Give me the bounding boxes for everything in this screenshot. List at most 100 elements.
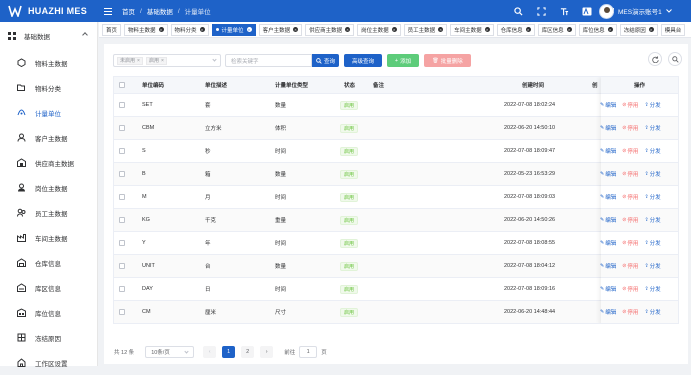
tab-9[interactable]: 仓库信息 ×: [496, 23, 535, 36]
sidebar-item-5[interactable]: 岗位主数据: [0, 175, 97, 200]
close-icon[interactable]: ×: [484, 27, 490, 32]
distribute-button[interactable]: ⇪ 分发: [644, 262, 660, 270]
disable-button[interactable]: ⊘ 停用: [622, 285, 638, 293]
edit-button[interactable]: ✎ 编辑: [600, 101, 616, 109]
col-note[interactable]: 备注: [373, 77, 413, 93]
toggle-search-button[interactable]: [668, 52, 682, 66]
tab-10[interactable]: 库区信息 ×: [537, 23, 576, 36]
col-code[interactable]: 单位编码: [142, 77, 202, 93]
row-checkbox[interactable]: [119, 117, 129, 139]
distribute-button[interactable]: ⇪ 分发: [644, 193, 660, 201]
table-row[interactable]: B 箱 数量 启用 2022-05-23 16:53:29 ✎ 编辑 ⊘ 停用 ⇪ 分发: [114, 163, 678, 186]
tab-8[interactable]: 车间主数据 ×: [450, 23, 494, 36]
tab-11[interactable]: 库位信息 ×: [578, 23, 617, 36]
table-row[interactable]: KG 千克 重量 启用 2022-06-20 14:50:26 ✎ 编辑 ⊘ 停用 ⇪ 分发: [114, 209, 678, 232]
sidebar-item-1[interactable]: 物料分类: [0, 75, 97, 100]
close-icon[interactable]: ×: [345, 27, 351, 32]
col-desc[interactable]: 单位描述: [205, 77, 265, 93]
disable-button[interactable]: ⊘ 停用: [622, 147, 638, 155]
font-size-icon[interactable]: [559, 6, 569, 16]
sidebar-item-4[interactable]: 供应商主数据: [0, 150, 97, 175]
sidebar-item-9[interactable]: 库区信息: [0, 275, 97, 300]
search-button[interactable]: 查询: [312, 54, 340, 67]
close-icon[interactable]: ×: [137, 58, 140, 64]
page-button[interactable]: 2: [241, 346, 255, 358]
sidebar-group-basic-data[interactable]: 基础数据: [0, 22, 97, 50]
table-row[interactable]: DAY 日 时间 启用 2022-07-08 18:09:16 ✎ 编辑 ⊘ 停用 ⇪ 分发: [114, 278, 678, 301]
goto-page-input[interactable]: 1: [299, 346, 318, 358]
sidebar-item-10[interactable]: 库位信息: [0, 300, 97, 325]
sidebar-item-2[interactable]: 计量单位: [0, 100, 97, 125]
row-checkbox[interactable]: [119, 278, 129, 300]
distribute-button[interactable]: ⇪ 分发: [644, 147, 660, 155]
table-row[interactable]: CM 厘米 尺寸 启用 2022-06-20 14:48:44 ✎ 编辑 ⊘ 停用 ⇪ 分发: [114, 301, 678, 323]
row-checkbox[interactable]: [119, 232, 129, 254]
row-checkbox[interactable]: [119, 255, 129, 277]
row-checkbox[interactable]: [119, 301, 129, 323]
edit-button[interactable]: ✎ 编辑: [600, 239, 616, 247]
close-icon[interactable]: ×: [438, 27, 444, 32]
table-row[interactable]: Y 年 时间 启用 2022-07-08 18:08:55 ✎ 编辑 ⊘ 停用 ⇪ 分发: [114, 232, 678, 255]
sidebar-item-12[interactable]: 工作区设置: [0, 350, 97, 375]
row-checkbox[interactable]: [119, 140, 129, 162]
status-filter-select[interactable]: 未启用 × 启用 ×: [113, 54, 221, 67]
distribute-button[interactable]: ⇪ 分发: [644, 216, 660, 224]
row-checkbox[interactable]: [119, 209, 129, 231]
edit-button[interactable]: ✎ 编辑: [600, 216, 616, 224]
sidebar-item-7[interactable]: 车间主数据: [0, 225, 97, 250]
disable-button[interactable]: ⊘ 停用: [622, 239, 638, 247]
edit-button[interactable]: ✎ 编辑: [600, 193, 616, 201]
table-row[interactable]: S 秒 时间 启用 2022-07-08 18:09:47 ✎ 编辑 ⊘ 停用 ⇪ 分发: [114, 140, 678, 163]
table-row[interactable]: UNIT 台 数量 启用 2022-07-08 18:04:12 ✎ 编辑 ⊘ 停用 ⇪ 分发: [114, 255, 678, 278]
close-icon[interactable]: ×: [161, 58, 164, 64]
close-icon[interactable]: ×: [199, 27, 205, 32]
row-checkbox[interactable]: [119, 163, 129, 185]
row-checkbox[interactable]: [119, 186, 129, 208]
edit-button[interactable]: ✎ 编辑: [600, 308, 616, 316]
disable-button[interactable]: ⊘ 停用: [622, 170, 638, 178]
fullscreen-icon[interactable]: [536, 6, 546, 16]
advanced-search-button[interactable]: 高级查询: [344, 54, 383, 67]
menu-toggle-icon[interactable]: [104, 7, 112, 15]
tab-13[interactable]: 模具台: [660, 23, 686, 36]
edit-button[interactable]: ✎ 编辑: [600, 170, 616, 178]
search-icon[interactable]: [513, 6, 523, 16]
edit-button[interactable]: ✎ 编辑: [600, 285, 616, 293]
language-icon[interactable]: [582, 6, 592, 16]
breadcrumb-home[interactable]: 首页: [122, 6, 135, 16]
tab-5[interactable]: 供应商主数据 ×: [305, 23, 355, 36]
refresh-button[interactable]: [648, 52, 662, 66]
sidebar-item-8[interactable]: 仓库信息: [0, 250, 97, 275]
tab-3[interactable]: 计量单位 ×: [211, 23, 256, 36]
page-size-select[interactable]: 10条/页: [145, 346, 195, 358]
disable-button[interactable]: ⊘ 停用: [622, 216, 638, 224]
sidebar-item-3[interactable]: 客户主数据: [0, 125, 97, 150]
tab-0[interactable]: 首页: [102, 23, 122, 36]
close-icon[interactable]: ×: [158, 27, 164, 32]
search-input[interactable]: 检索关键字: [225, 54, 312, 67]
col-creator[interactable]: 创: [592, 77, 600, 93]
distribute-button[interactable]: ⇪ 分发: [644, 101, 660, 109]
table-row[interactable]: M 月 时间 启用 2022-07-08 18:09:03 ✎ 编辑 ⊘ 停用 ⇪ 分发: [114, 186, 678, 209]
tab-4[interactable]: 客户主数据 ×: [258, 23, 303, 36]
sidebar-item-0[interactable]: 物料主数据: [0, 50, 97, 75]
select-all-checkbox[interactable]: [119, 77, 129, 93]
close-icon[interactable]: ×: [648, 27, 654, 32]
sidebar-item-6[interactable]: 员工主数据: [0, 200, 97, 225]
tab-12[interactable]: 冻结原因 ×: [619, 23, 658, 36]
distribute-button[interactable]: ⇪ 分发: [644, 308, 660, 316]
distribute-button[interactable]: ⇪ 分发: [644, 170, 660, 178]
tab-1[interactable]: 物料主数据 ×: [124, 23, 168, 36]
close-icon[interactable]: ×: [391, 27, 397, 32]
col-type[interactable]: 计量单位类型: [275, 77, 335, 93]
user-menu[interactable]: MES演示账号1: [599, 0, 691, 22]
close-icon[interactable]: ×: [607, 27, 613, 32]
tab-6[interactable]: 岗位主数据 ×: [357, 23, 401, 36]
col-created[interactable]: 创建时间: [522, 77, 562, 93]
batch-delete-button[interactable]: 🗑 批量删除: [424, 54, 472, 67]
col-status[interactable]: 状态: [344, 77, 364, 93]
table-row[interactable]: SET 套 数量 启用 2022-07-08 18:02:24 ✎ 编辑 ⊘ 停用 ⇪ 分发: [114, 94, 678, 117]
edit-button[interactable]: ✎ 编辑: [600, 262, 616, 270]
distribute-button[interactable]: ⇪ 分发: [644, 285, 660, 293]
prev-page-button[interactable]: ‹: [203, 346, 217, 358]
